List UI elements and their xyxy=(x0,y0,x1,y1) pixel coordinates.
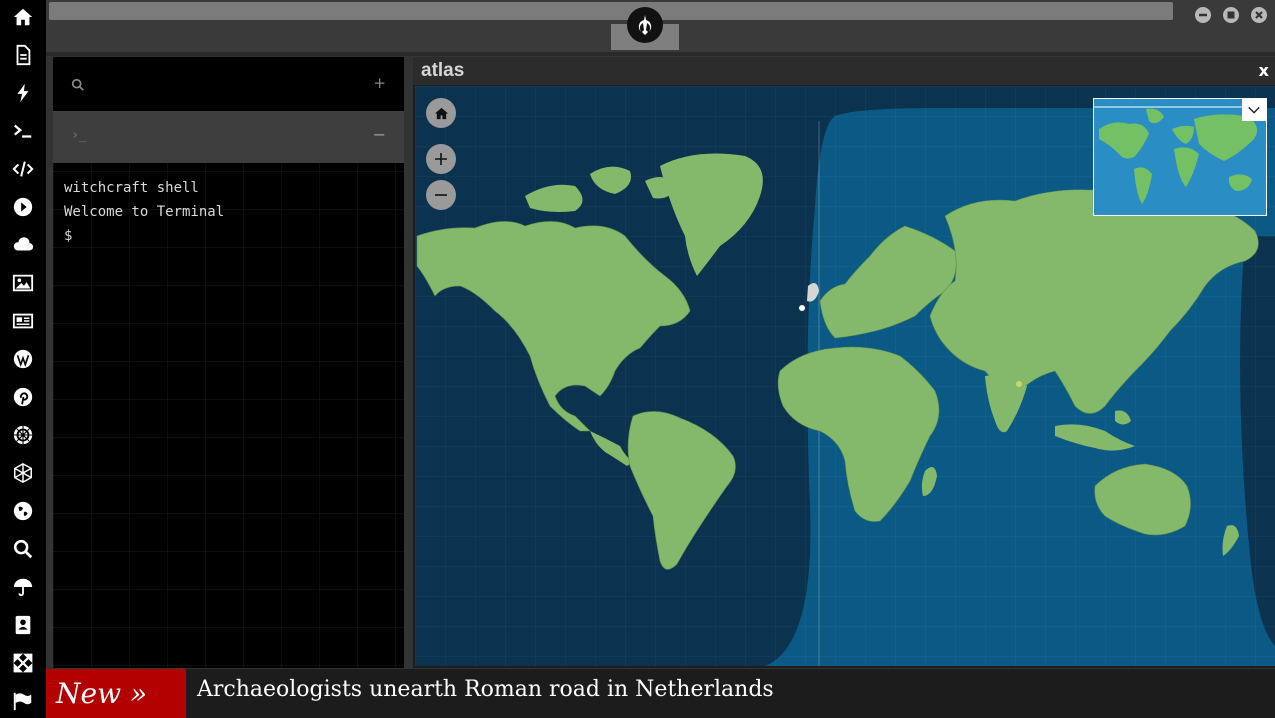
image-icon[interactable] xyxy=(8,268,38,298)
play-icon[interactable] xyxy=(8,192,38,222)
home-icon[interactable] xyxy=(8,2,38,32)
flag-icon[interactable] xyxy=(8,686,38,716)
rebel-alliance-icon xyxy=(627,7,663,43)
map-home-button[interactable] xyxy=(426,98,456,128)
top-bar xyxy=(46,0,1275,52)
cloud-icon[interactable] xyxy=(8,230,38,260)
world-map[interactable] xyxy=(415,86,1275,666)
terminal-icon[interactable] xyxy=(8,116,38,146)
terminal-panel: + ›_ − witchcraft shell Welcome to Termi… xyxy=(53,57,404,668)
atlas-title: atlas xyxy=(421,60,465,81)
globe-icon[interactable] xyxy=(8,496,38,526)
bolt-icon[interactable] xyxy=(8,78,38,108)
close-window-button[interactable] xyxy=(1251,7,1267,23)
search-icon[interactable] xyxy=(8,534,38,564)
top-divider xyxy=(46,52,1275,56)
location-marker xyxy=(799,305,805,311)
document-icon[interactable] xyxy=(8,40,38,70)
wordpress-icon[interactable] xyxy=(8,344,38,374)
umbrella-icon[interactable] xyxy=(8,572,38,602)
collapse-terminal-button[interactable]: − xyxy=(373,125,386,144)
terminal-line: Welcome to Terminal xyxy=(64,204,225,220)
terminal-search-bar[interactable]: + xyxy=(53,57,404,111)
terminal-output[interactable]: witchcraft shell Welcome to Terminal $ xyxy=(64,176,224,248)
terminal-session-tab[interactable]: ›_ − xyxy=(53,111,404,163)
atlas-header: atlas x xyxy=(413,57,1275,85)
contacts-icon[interactable] xyxy=(8,610,38,640)
app-sidebar xyxy=(0,0,46,718)
search-icon[interactable] xyxy=(71,77,85,96)
terminal-line: witchcraft shell xyxy=(64,180,199,196)
zoom-out-button[interactable] xyxy=(426,180,456,210)
maximize-button[interactable] xyxy=(1223,7,1239,23)
add-terminal-button[interactable]: + xyxy=(373,74,386,92)
location-marker xyxy=(1016,381,1022,387)
ticker-badge[interactable]: New » xyxy=(46,669,186,718)
prompt-icon: ›_ xyxy=(71,128,87,143)
code-icon[interactable] xyxy=(8,154,38,184)
ticker-headline[interactable]: Archaeologists unearth Roman road in Net… xyxy=(197,677,774,702)
atlas-panel: atlas x xyxy=(413,57,1275,668)
terminal-prompt: $ xyxy=(64,228,73,244)
top-address-bar[interactable] xyxy=(49,2,1173,20)
news-ticker: New » Archaeologists unearth Roman road … xyxy=(46,669,1275,718)
zoom-in-button[interactable] xyxy=(426,144,456,174)
chevron-down-icon[interactable] xyxy=(1242,99,1266,121)
expand-icon[interactable] xyxy=(8,648,38,678)
network-icon[interactable] xyxy=(8,458,38,488)
atlas-close-button[interactable]: x xyxy=(1259,61,1269,80)
pinterest-icon[interactable] xyxy=(8,382,38,412)
minimize-button[interactable] xyxy=(1195,7,1211,23)
newspaper-icon[interactable] xyxy=(8,306,38,336)
galactic-empire-icon[interactable] xyxy=(8,420,38,450)
overview-map[interactable] xyxy=(1093,98,1267,216)
